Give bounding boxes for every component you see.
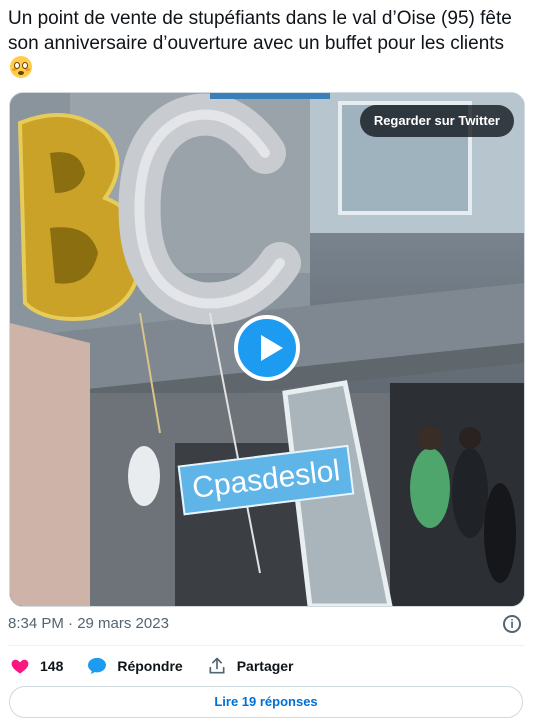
play-button[interactable]	[234, 315, 300, 381]
read-replies-button[interactable]: Lire 19 réponses	[9, 686, 523, 718]
share-label: Partager	[236, 658, 294, 674]
info-icon[interactable]: i	[503, 615, 521, 633]
reply-button[interactable]: Répondre	[87, 657, 183, 675]
reply-label: Répondre	[117, 658, 183, 674]
watch-on-twitter-button[interactable]: Regarder sur Twitter	[359, 105, 514, 137]
flushed-face-emoji-icon	[10, 56, 32, 78]
tweet-text-body: Un point de vente de stupéfiants dans le…	[8, 8, 512, 54]
share-icon	[209, 657, 225, 674]
share-button[interactable]: Partager	[207, 656, 294, 676]
like-button[interactable]: 148	[10, 656, 63, 676]
divider	[8, 645, 525, 646]
heart-icon	[11, 659, 29, 674]
action-bar: 148 Répondre Partager	[10, 654, 318, 678]
tweet-timestamp[interactable]: 8:34 PM · 29 mars 2023	[8, 615, 169, 632]
like-count: 148	[40, 658, 64, 674]
reply-bubble-icon	[88, 657, 107, 675]
tweet-text: Un point de vente de stupéfiants dans le…	[8, 6, 523, 81]
video-media[interactable]: Regarder sur Twitter Cpasdeslol	[9, 92, 525, 607]
play-icon	[261, 335, 283, 361]
